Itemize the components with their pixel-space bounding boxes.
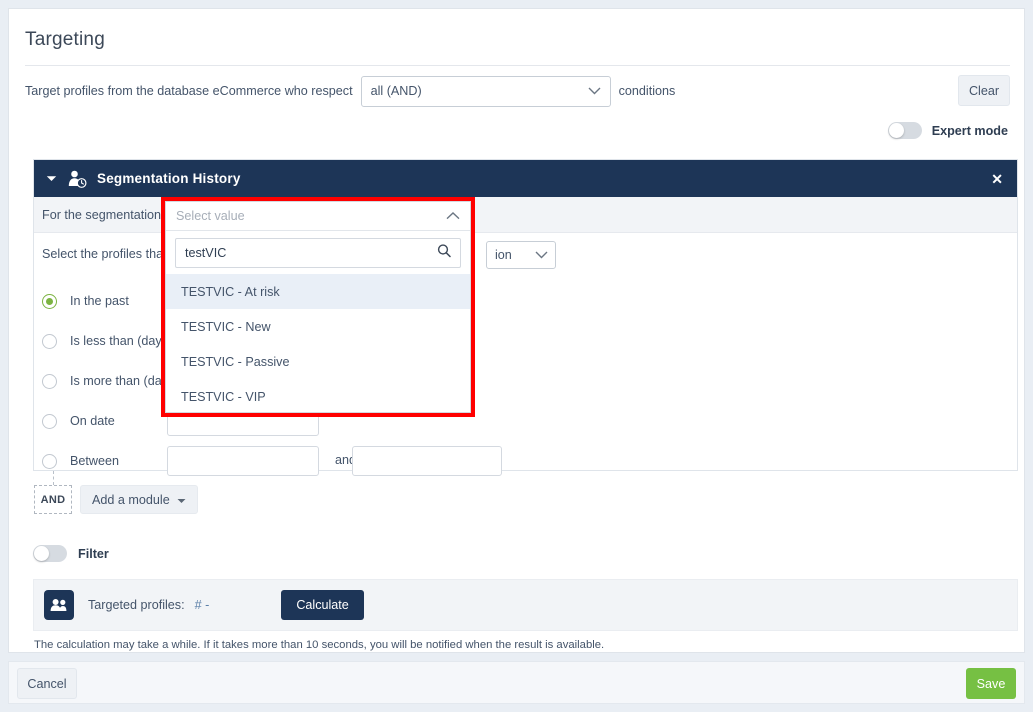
targeting-card: Targeting Target profiles from the datab… [8, 8, 1025, 653]
chevron-up-icon[interactable] [446, 207, 460, 225]
dropdown-option[interactable]: TESTVIC - At risk [166, 274, 470, 309]
profiles-row-label: Select the profiles that [42, 247, 167, 261]
filter-toggle[interactable] [33, 545, 67, 562]
option-label: Is less than (days) [70, 334, 173, 348]
toggle-knob [34, 546, 49, 561]
dropdown-search-wrap: testVIC [166, 231, 470, 274]
value-select-dropdown: Select value testVIC TESTVIC - At risk T… [165, 201, 471, 413]
between-from-input[interactable] [167, 446, 319, 476]
dropdown-search-input[interactable]: testVIC [175, 238, 461, 268]
calculation-note: The calculation may take a while. If it … [34, 639, 605, 651]
targeting-suffix-text: conditions [618, 84, 676, 98]
clear-button[interactable]: Clear [958, 75, 1010, 106]
app-root: Targeting Target profiles from the datab… [0, 0, 1033, 712]
radio-between[interactable] [42, 453, 57, 469]
dropdown-placeholder: Select value [176, 209, 245, 223]
calculate-button[interactable]: Calculate [281, 590, 364, 620]
user-history-icon [67, 170, 87, 188]
targeting-row: Target profiles from the database eComme… [25, 71, 1010, 111]
filter-group: Filter [33, 545, 109, 562]
chevron-down-icon [535, 248, 548, 262]
and-connector-line [53, 471, 54, 485]
caret-down-icon [177, 493, 186, 507]
dropdown-option[interactable]: TESTVIC - New [166, 309, 470, 344]
save-button[interactable]: Save [966, 668, 1016, 699]
expert-mode-label: Expert mode [931, 123, 1008, 138]
radio-on-date[interactable] [42, 413, 57, 429]
segmentation-row-label: For the segmentation [42, 207, 162, 222]
users-icon [44, 590, 74, 620]
expert-mode-group: Expert mode [887, 122, 1008, 139]
targeting-prefix-text: Target profiles from the database eComme… [25, 84, 353, 98]
option-label: Between [70, 454, 120, 468]
add-module-button[interactable]: Add a module [80, 485, 198, 514]
radio-in-the-past[interactable] [42, 293, 57, 309]
targeted-profiles-count: # - [194, 598, 210, 612]
action-select-value: ion [495, 248, 512, 262]
dropdown-option[interactable]: TESTVIC - VIP [166, 379, 470, 414]
cancel-button[interactable]: Cancel [17, 668, 77, 699]
add-module-label: Add a module [92, 492, 170, 507]
option-label: On date [70, 414, 115, 428]
title-divider [25, 65, 1010, 66]
and-operator-tag[interactable]: AND [34, 485, 72, 514]
toggle-knob [888, 123, 904, 138]
condition-select[interactable]: all (AND) [360, 75, 611, 107]
dropdown-option[interactable]: TESTVIC - Passive [166, 344, 470, 379]
between-to-input[interactable] [352, 446, 502, 476]
option-row-between: Between and [34, 441, 1017, 481]
radio-is-more-than[interactable] [42, 373, 57, 389]
radio-is-less-than[interactable] [42, 333, 57, 349]
option-label: Is more than (days) [70, 374, 179, 388]
caret-down-icon[interactable] [46, 175, 57, 182]
condition-select-value: all (AND) [370, 84, 422, 98]
filter-label: Filter [78, 546, 109, 561]
module-header: Segmentation History ✕ [34, 160, 1017, 197]
targeted-profiles-label: Targeted profiles: [88, 598, 185, 612]
footer-bar: Cancel Save [8, 661, 1025, 704]
dropdown-header[interactable]: Select value [166, 202, 470, 231]
search-icon [437, 244, 451, 263]
dropdown-search-value: testVIC [185, 246, 227, 260]
close-icon[interactable]: ✕ [991, 172, 1003, 186]
action-select[interactable]: ion [486, 241, 556, 269]
option-label: In the past [70, 294, 129, 308]
page-title: Targeting [25, 29, 105, 50]
dropdown-option-list: TESTVIC - At risk TESTVIC - New TESTVIC … [166, 274, 470, 414]
targeted-profiles-box: Targeted profiles: # - Calculate [33, 579, 1018, 631]
module-title: Segmentation History [97, 171, 241, 186]
expert-mode-toggle[interactable] [887, 122, 922, 139]
chevron-down-icon [588, 84, 601, 98]
